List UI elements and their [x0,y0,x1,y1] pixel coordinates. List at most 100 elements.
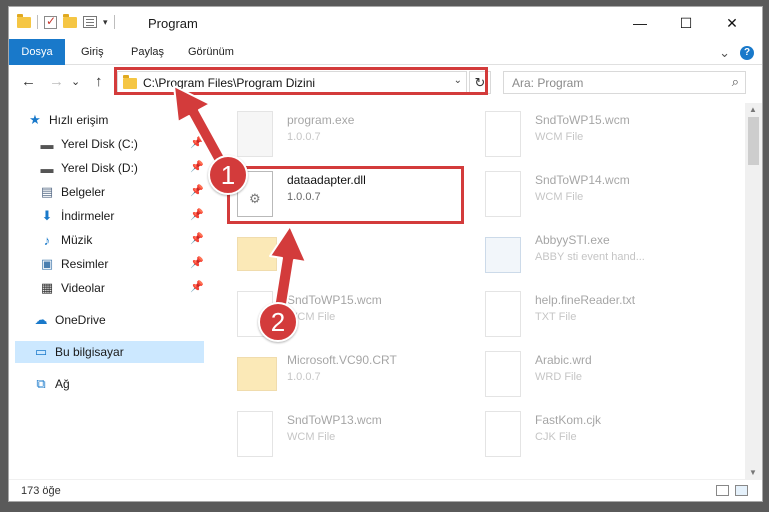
file-name: Arabic.wrd [535,353,592,367]
divider [37,15,38,29]
file-type: WRD File [535,371,583,383]
sidebar-item-indirmeler[interactable]: ⬇ İndirmeler 📌 [39,205,204,227]
document-icon [485,291,521,337]
file-highlight-box [227,166,464,224]
sidebar-item-label: Yerel Disk (D:) [61,161,138,175]
expand-ribbon-icon[interactable]: ⌄ [719,45,730,61]
sidebar-item-label: Resimler [61,257,109,271]
pin-icon[interactable]: 📌 [190,208,204,221]
view-switcher [716,485,748,496]
sidebar-item-yerel-disk-c[interactable]: ▬ Yerel Disk (C:) 📌 [39,133,205,155]
sidebar-item-yerel-disk-d[interactable]: ▬ Yerel Disk (D:) 📌 [39,157,205,179]
sidebar-item-onedrive[interactable]: ☁ OneDrive [33,309,204,331]
file-name: help.fineReader.txt [535,293,636,307]
file-name: SndToWP14.wcm [535,173,630,187]
forward-arrow-icon[interactable]: → [49,73,64,90]
sidebar-item-label: Yerel Disk (C:) [61,137,138,151]
document-icon [485,171,521,217]
exe-file-icon [237,111,273,157]
ribbon-controls: ⌄ ? [719,45,754,61]
maximize-button[interactable]: ☐ [663,7,709,39]
customize-toolbar-caret-icon[interactable]: ▾ [103,17,108,28]
file-tile[interactable]: SndToWP13.wcm WCM File [229,407,449,463]
divider [113,15,115,29]
drive-icon: ▬ [40,160,54,176]
status-bar: 173 öğe [9,479,762,501]
file-tile[interactable] [229,227,449,283]
callout-1-badge: 1 [208,155,248,195]
network-icon: ⧉ [36,376,46,391]
folder-icon [237,237,277,271]
close-button[interactable]: ✕ [709,7,755,39]
up-arrow-icon[interactable]: ↑ [95,73,103,90]
file-name: AbbyySTI.exe [535,233,610,247]
item-count: 173 öğe [21,485,61,497]
file-tile[interactable]: FastKom.cjk CJK File [477,407,697,463]
pin-icon[interactable]: 📌 [190,280,204,293]
tiles-view-icon[interactable] [735,485,748,496]
file-name: program.exe [287,113,355,127]
file-tile[interactable]: Arabic.wrd WRD File [477,347,697,403]
search-input[interactable]: Ara: Program [512,76,583,90]
sidebar-item-belgeler[interactable]: ▤ Belgeler 📌 [39,181,204,203]
navigation-pane: ★ Hızlı erişim ▬ Yerel Disk (C:) 📌 ▬ Yer… [9,103,214,479]
folder-icon[interactable] [17,13,31,28]
details-view-icon[interactable] [716,485,729,496]
document-icon [237,411,273,457]
scroll-up-icon[interactable]: ▲ [749,105,757,114]
folder-icon [237,357,277,391]
file-list: program.exe 1.0.0.7 SndToWP15.wcm WCM Fi… [219,103,745,479]
pin-icon[interactable]: 📌 [190,136,204,149]
scrollbar-thumb[interactable] [748,117,759,165]
computer-icon: ▭ [34,344,48,359]
sidebar-item-label: Müzik [61,233,93,247]
pin-icon[interactable]: 📌 [190,184,204,197]
file-tile[interactable]: AbbyySTI.exe ABBY sti event hand... [477,227,697,283]
callout-2-badge: 2 [258,302,298,342]
tab-paylas[interactable]: Paylaş [121,39,174,65]
sidebar-item-bu-bilgisayar[interactable]: ▭ Bu bilgisayar [15,341,204,363]
file-type: CJK File [535,431,577,443]
sidebar-item-label: Ağ [55,377,70,391]
help-icon[interactable]: ? [740,46,754,60]
pin-icon[interactable]: 📌 [190,160,204,173]
minimize-button[interactable]: — [617,7,663,39]
quick-access-toolbar: ▾ [17,13,115,29]
sidebar-item-label: Bu bilgisayar [55,345,124,359]
download-icon: ⬇ [41,208,53,223]
file-name: SndToWP15.wcm [287,293,382,307]
new-folder-icon[interactable] [63,13,77,28]
ribbon-tabs: Dosya Giriş Paylaş Görünüm ⌄ ? [9,39,762,65]
file-tile[interactable]: help.fineReader.txt TXT File [477,287,697,343]
list-properties-icon[interactable] [83,16,97,28]
vertical-scrollbar[interactable]: ▲ ▼ [745,103,762,479]
file-tile[interactable]: Microsoft.VC90.CRT 1.0.0.7 [229,347,449,403]
sidebar-item-label: Hızlı erişim [49,113,109,127]
address-highlight-box [114,67,488,95]
file-name: FastKom.cjk [535,413,602,427]
sidebar-item-videolar[interactable]: ▦ Videolar 📌 [39,277,204,299]
tab-giris[interactable]: Giriş [71,39,114,65]
window-title: Program [148,16,198,31]
sidebar-item-ag[interactable]: ⧉ Ağ [33,373,204,395]
scroll-down-icon[interactable]: ▼ [749,468,757,477]
file-type: WCM File [535,131,584,143]
back-arrow-icon[interactable]: ← [21,73,36,90]
file-tile[interactable]: program.exe 1.0.0.7 [229,107,449,163]
sidebar-item-muzik[interactable]: ♪ Müzik 📌 [39,229,204,251]
recent-locations-icon[interactable]: ⌄ [71,75,80,88]
file-version: 1.0.0.7 [287,131,321,143]
video-icon: ▦ [40,280,54,295]
file-name: SndToWP13.wcm [287,413,382,427]
sidebar-item-resimler[interactable]: ▣ Resimler 📌 [39,253,204,275]
pin-icon[interactable]: 📌 [190,232,204,245]
tab-dosya[interactable]: Dosya [9,39,65,65]
file-tile[interactable]: SndToWP14.wcm WCM File [477,167,697,223]
search-box[interactable]: Ara: Program ⌕ [503,71,746,94]
pin-icon[interactable]: 📌 [190,256,204,269]
tab-gorunum[interactable]: Görünüm [178,39,244,65]
file-tile[interactable]: SndToWP15.wcm WCM File [477,107,697,163]
properties-check-icon[interactable] [44,14,57,29]
sidebar-item-hizli-erisim[interactable]: ★ Hızlı erişim [27,109,204,131]
document-icon [485,411,521,457]
